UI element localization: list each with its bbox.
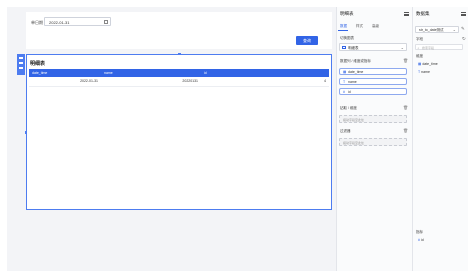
date-filter-value: 2022-01-31 bbox=[49, 20, 70, 25]
dimension-name: name bbox=[421, 70, 430, 74]
field-name: date_time bbox=[348, 70, 364, 74]
drop-placeholder: 拖动字段至此处 bbox=[343, 118, 365, 122]
search-placeholder: 搜索字段 bbox=[422, 45, 435, 50]
calendar-icon[interactable] bbox=[104, 20, 108, 24]
field-pill[interactable]: ▦ date_time bbox=[339, 68, 407, 75]
active-tab-indicator bbox=[338, 30, 348, 31]
drop-placeholder: 拖动字段至此处 bbox=[343, 141, 365, 145]
table-header-row: date_time name id bbox=[29, 69, 329, 77]
resize-handle-top[interactable] bbox=[178, 53, 181, 54]
query-button[interactable]: 查询 bbox=[296, 36, 318, 45]
date-field-icon: ▦ bbox=[418, 62, 422, 66]
chevron-down-icon: ⌄ bbox=[400, 45, 404, 50]
drag-handle-icon[interactable] bbox=[19, 57, 23, 59]
resize-handle-left[interactable] bbox=[25, 131, 26, 134]
table-cell: 4 bbox=[201, 77, 329, 87]
fields-label: 字段 bbox=[416, 37, 423, 41]
dimension-item[interactable]: ▦date_time bbox=[418, 62, 438, 66]
tab-style[interactable]: 样式 bbox=[356, 24, 363, 29]
filter-section-label: 过滤器 bbox=[340, 129, 351, 133]
chart-type-label: 切换图表 bbox=[340, 36, 354, 40]
number-field-icon: # bbox=[343, 90, 345, 94]
settings-icon[interactable] bbox=[19, 62, 23, 64]
field-name: name bbox=[348, 80, 357, 84]
dimension-name: date_time bbox=[422, 62, 438, 66]
dataset-value: str_to_date测试 bbox=[419, 28, 444, 32]
edit-icon[interactable]: ✎ bbox=[461, 26, 465, 32]
column-header[interactable]: date_time bbox=[29, 69, 101, 77]
table-cell: 2022-01-31 bbox=[29, 77, 101, 87]
field-search-input[interactable]: ⌕ 搜索字段 bbox=[415, 44, 463, 50]
metric-label: 指标 bbox=[416, 230, 423, 234]
table-cell: 20220131 bbox=[101, 77, 201, 87]
delete-icon[interactable]: 🗑 bbox=[403, 58, 408, 63]
resize-handle-right[interactable] bbox=[331, 131, 332, 134]
field-name: id bbox=[348, 90, 351, 94]
properties-panel-title: 明细表 bbox=[340, 11, 354, 16]
component-toolbar[interactable] bbox=[17, 54, 25, 75]
refresh-icon[interactable]: ↻ bbox=[462, 36, 466, 42]
delete-icon[interactable]: 🗑 bbox=[403, 105, 408, 110]
table-title: 明细表 bbox=[30, 61, 46, 67]
delete-icon[interactable]: 🗑 bbox=[403, 128, 408, 133]
text-field-icon: T bbox=[418, 70, 421, 74]
chart-type-select[interactable]: 明细表 ⌄ bbox=[339, 43, 407, 51]
resize-handle-bottom[interactable] bbox=[178, 209, 181, 210]
dataset-panel-title: 数据集 bbox=[416, 11, 430, 16]
tab-advanced[interactable]: 高级 bbox=[372, 24, 379, 29]
sort-drop-zone[interactable]: 拖动字段至此处 bbox=[339, 115, 407, 123]
sort-section-label: 钻取 / 维度 bbox=[340, 106, 357, 110]
metric-name: id bbox=[420, 238, 424, 242]
detail-table: date_time name id 2022-01-31 20220131 4 bbox=[29, 69, 329, 87]
field-pill[interactable]: T name bbox=[339, 78, 407, 85]
date-filter-input[interactable]: 2022-01-31 bbox=[44, 17, 111, 26]
text-field-icon: T bbox=[343, 80, 346, 84]
table-chart-icon bbox=[342, 46, 346, 49]
date-filter-label: 单日期 bbox=[31, 20, 43, 25]
chart-type-value: 明细表 bbox=[348, 45, 359, 50]
table-row: 2022-01-31 20220131 4 bbox=[29, 77, 329, 87]
date-field-icon: ▦ bbox=[343, 70, 347, 74]
more-icon[interactable] bbox=[19, 67, 23, 69]
chevron-down-icon: ⌄ bbox=[452, 27, 456, 32]
filter-drop-zone[interactable]: 拖动字段至此处 bbox=[339, 138, 407, 146]
column-header[interactable]: id bbox=[201, 69, 329, 77]
menu-icon[interactable] bbox=[404, 12, 409, 16]
tab-data[interactable]: 数据 bbox=[340, 24, 347, 29]
field-pill[interactable]: # id bbox=[339, 88, 407, 95]
number-field-icon: # bbox=[418, 238, 420, 242]
dimension-item[interactable]: Tname bbox=[418, 70, 430, 74]
dimension-label: 维度 bbox=[416, 54, 423, 58]
search-icon: ⌕ bbox=[417, 45, 420, 50]
dimension-section-label: 数据列 / 维度或指标 bbox=[340, 59, 371, 63]
menu-icon[interactable] bbox=[461, 12, 466, 16]
column-header[interactable]: name bbox=[101, 69, 201, 77]
metric-item[interactable]: #id bbox=[418, 238, 424, 242]
dataset-select[interactable]: str_to_date测试 ⌄ bbox=[415, 26, 459, 33]
